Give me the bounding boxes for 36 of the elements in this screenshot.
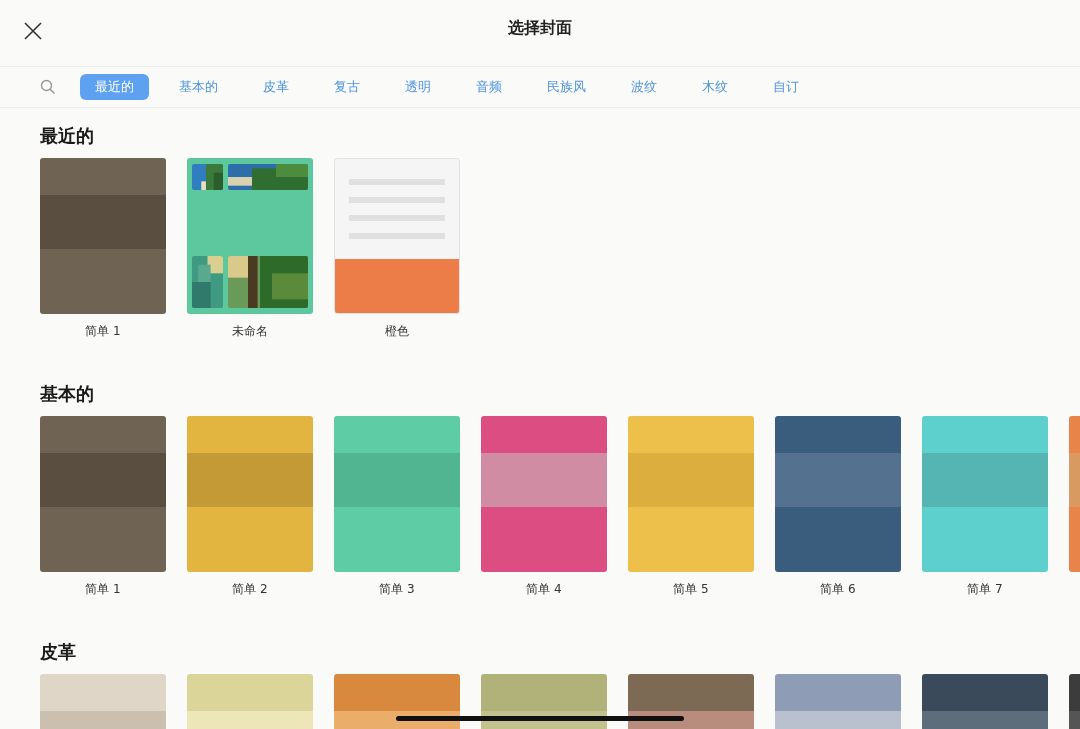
section-heading: 最近的 — [40, 124, 95, 148]
cover-label: 简单 1 — [85, 323, 121, 340]
cover-thumbnail[interactable] — [775, 416, 901, 572]
cover-label: 简单 4 — [526, 581, 562, 598]
cover-thumbnail[interactable] — [187, 416, 313, 572]
section-heading: 皮革 — [40, 640, 77, 664]
cover-label: 简单 7 — [967, 581, 1003, 598]
cover-label: 简单 5 — [673, 581, 709, 598]
sheet-title: 选择封面 — [508, 17, 572, 39]
category-tab[interactable]: 皮革 — [248, 74, 304, 100]
category-tab[interactable]: 音频 — [461, 74, 517, 100]
cover-label: 简单 3 — [379, 581, 415, 598]
cover-thumbnail[interactable] — [187, 158, 313, 314]
category-tab[interactable]: 透明 — [390, 74, 446, 100]
category-tab[interactable]: 复古 — [319, 74, 375, 100]
cover-label: 简单 1 — [85, 581, 121, 598]
cover-label: 橙色 — [385, 323, 409, 340]
category-tab[interactable]: 木纹 — [687, 74, 743, 100]
category-tab[interactable]: 民族风 — [532, 74, 601, 100]
cover-thumbnail[interactable] — [628, 416, 754, 572]
cover-label: 未命名 — [232, 323, 268, 340]
category-tab[interactable]: 波纹 — [616, 74, 672, 100]
cover-thumbnail[interactable] — [334, 158, 460, 314]
close-icon — [24, 22, 42, 40]
section-heading: 基本的 — [40, 382, 95, 406]
cover-thumbnail[interactable] — [40, 416, 166, 572]
category-tab[interactable]: 自订 — [758, 74, 814, 100]
cover-thumbnail[interactable] — [40, 158, 166, 314]
category-tab[interactable]: 最近的 — [80, 74, 149, 100]
cover-label: 简单 2 — [232, 581, 268, 598]
search-icon[interactable] — [40, 79, 56, 95]
cover-label: 简单 6 — [820, 581, 856, 598]
cover-thumbnail[interactable] — [481, 416, 607, 572]
cover-thumbnail[interactable] — [922, 416, 1048, 572]
category-tab[interactable]: 基本的 — [164, 74, 233, 100]
cover-thumbnail[interactable] — [334, 416, 460, 572]
